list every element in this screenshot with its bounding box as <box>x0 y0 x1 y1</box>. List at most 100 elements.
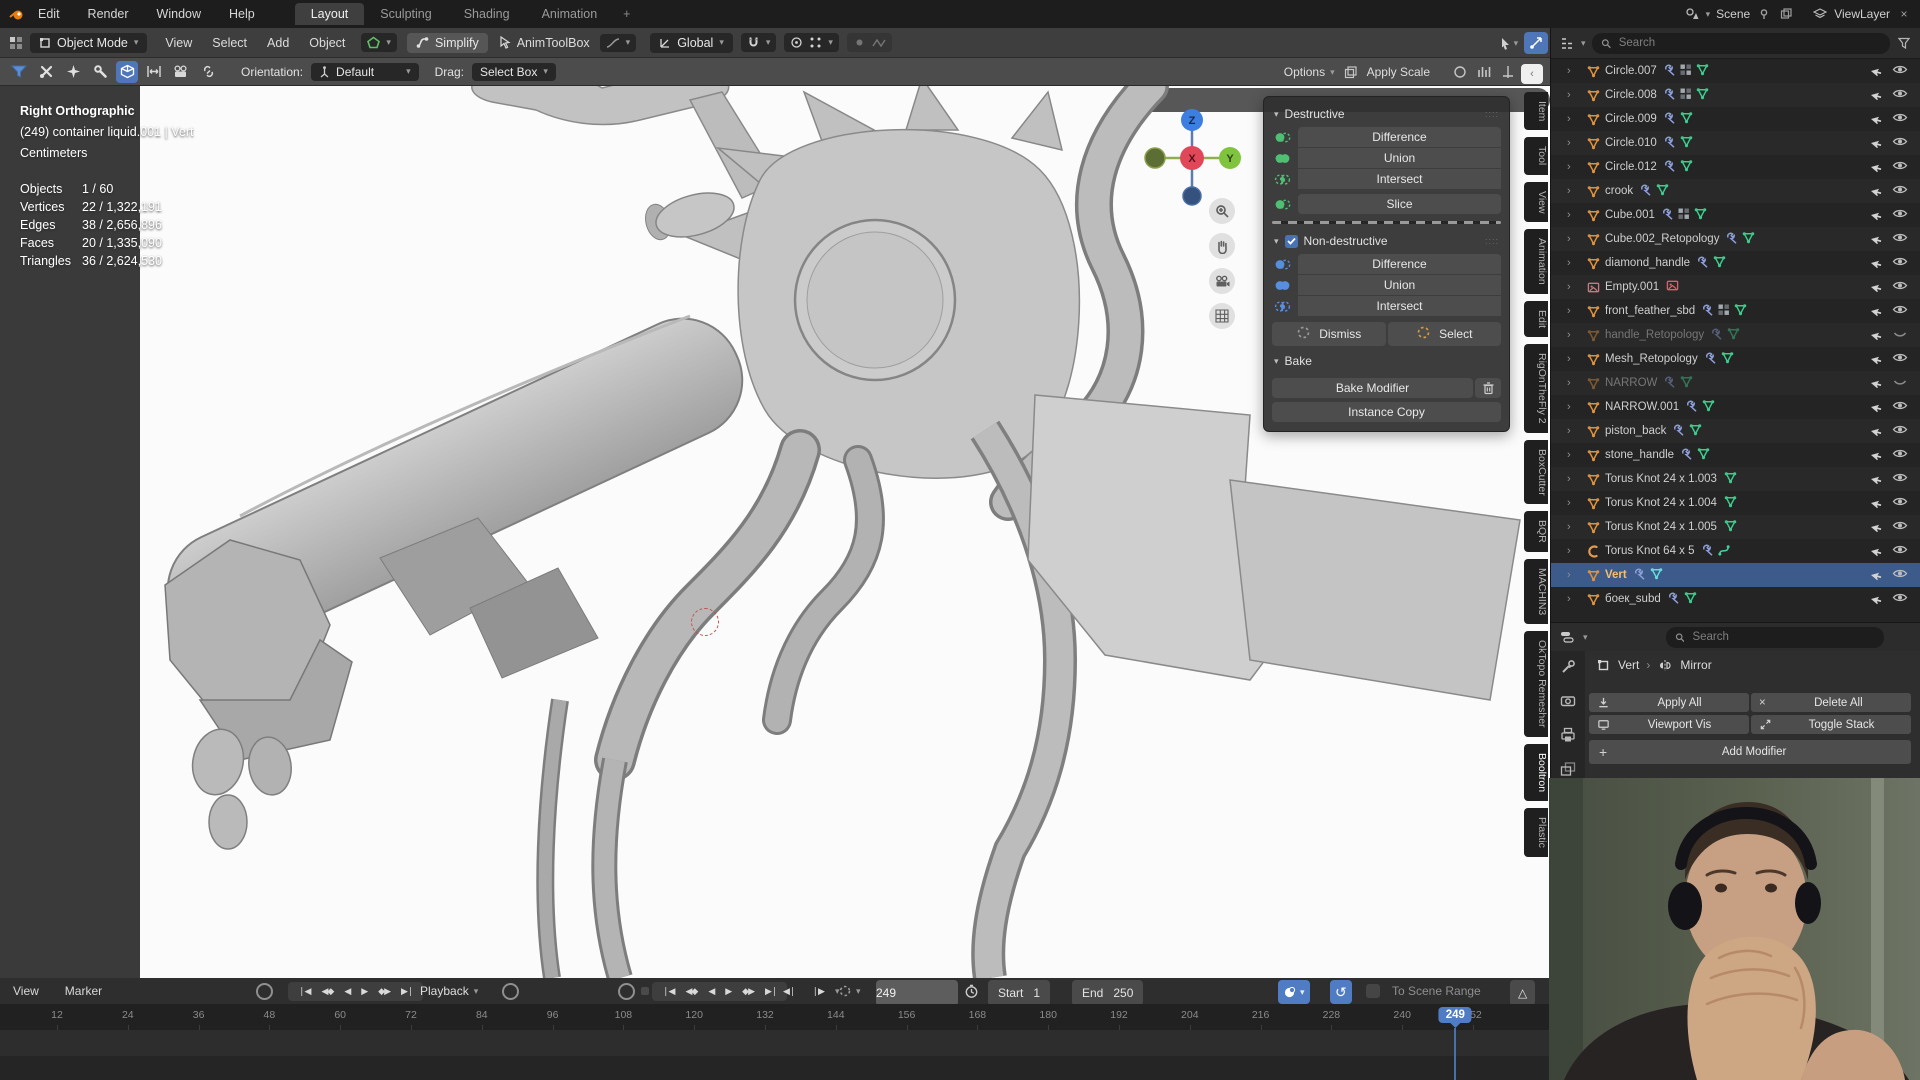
nondestructive-section-header[interactable]: ▾ Non-destructive :::: <box>1272 231 1501 254</box>
preview-range-toggle[interactable]: ▾ <box>1278 980 1310 1004</box>
bake-modifier-button[interactable]: Bake Modifier <box>1272 378 1473 398</box>
play-reverse-button[interactable]: ◀ <box>339 984 355 999</box>
editor-type-icon[interactable] <box>8 35 24 51</box>
viewport-menu-object[interactable]: Object <box>299 36 355 50</box>
selectable-icon[interactable] <box>1871 159 1884 175</box>
next-keyframe-button[interactable]: ◆▶ <box>373 984 395 999</box>
expand-caret[interactable]: › <box>1567 113 1583 125</box>
sidebar-tab-rigonthefly-2[interactable]: RigOnTheFly 2 <box>1524 344 1548 433</box>
outliner-mode-caret[interactable]: ▾ <box>1581 38 1586 49</box>
object-name[interactable]: Mesh_Retopology <box>1605 353 1698 365</box>
gizmo-minus-z[interactable] <box>1183 187 1201 205</box>
menu-render[interactable]: Render <box>74 7 143 21</box>
selectable-icon[interactable] <box>1871 399 1884 415</box>
expand-caret[interactable]: › <box>1567 161 1583 173</box>
object-name[interactable]: Empty.001 <box>1605 281 1659 293</box>
sidebar-tab-item[interactable]: Item <box>1524 92 1548 130</box>
frame-end-field[interactable]: End 250 <box>1072 980 1143 1006</box>
expand-caret[interactable]: › <box>1567 305 1583 317</box>
selectable-icon[interactable] <box>1871 567 1884 583</box>
eye-open-icon[interactable] <box>1892 207 1908 223</box>
object-name[interactable]: боек_subd <box>1605 593 1661 605</box>
workspace-tab-sculpting[interactable]: Sculpting <box>364 3 447 25</box>
expand-caret[interactable]: › <box>1567 185 1583 197</box>
add-modifier-button[interactable]: + Add Modifier <box>1589 740 1911 764</box>
bake-trash-button[interactable] <box>1475 378 1501 398</box>
object-name[interactable]: crook <box>1605 185 1633 197</box>
destructive-collapse-caret[interactable]: ▾ <box>1274 109 1279 120</box>
destructive-union-button[interactable]: Union <box>1298 148 1501 168</box>
expand-caret[interactable]: › <box>1567 593 1583 605</box>
sidebar-tab-animation[interactable]: Animation <box>1524 229 1548 294</box>
outliner-row[interactable]: › Circle.010 <box>1551 131 1920 155</box>
outliner-search[interactable] <box>1592 33 1890 54</box>
array-shape-icon[interactable] <box>1476 64 1492 80</box>
eye-open-icon[interactable] <box>1892 303 1908 319</box>
circle-shape-icon[interactable] <box>1452 64 1468 80</box>
eye-open-icon[interactable] <box>1892 567 1908 583</box>
remove-viewlayer-icon[interactable]: × <box>1896 6 1912 22</box>
jump-prev-frame-button[interactable]: ◀❘ <box>778 984 800 999</box>
selectable-icon[interactable] <box>1871 183 1884 199</box>
expand-caret[interactable]: › <box>1567 257 1583 269</box>
mirror-shape-icon[interactable] <box>1500 64 1516 80</box>
object-name[interactable]: NARROW.001 <box>1605 401 1679 413</box>
viewport-menu-view[interactable]: View <box>155 36 202 50</box>
sidebar-tab-edit[interactable]: Edit <box>1524 301 1548 337</box>
playhead-badge[interactable]: 249 <box>1439 1007 1472 1023</box>
viewport-menu-add[interactable]: Add <box>257 36 299 50</box>
pan-hand-icon[interactable] <box>1209 233 1235 259</box>
transform-orientation-dropdown[interactable]: Global ▾ <box>650 33 733 53</box>
selectable-icon[interactable] <box>1871 207 1884 223</box>
keying-set-dropdown[interactable]: ▾ <box>600 34 637 52</box>
menu-window[interactable]: Window <box>143 7 215 21</box>
viewport-vis-button[interactable]: Viewport Vis <box>1589 715 1749 734</box>
selectable-icon[interactable] <box>1871 519 1884 535</box>
eye-open-icon[interactable] <box>1892 543 1908 559</box>
keying-set-menu[interactable]: ▾ <box>838 980 861 1002</box>
sidebar-tab-oktopo-remesher[interactable]: OkTopo Remesher <box>1524 631 1548 737</box>
selectable-icon[interactable] <box>1871 279 1884 295</box>
options-dropdown[interactable]: Options ▾ <box>1284 65 1335 79</box>
sidebar-tab-tool[interactable]: Tool <box>1524 137 1548 174</box>
object-name[interactable]: Circle.007 <box>1605 65 1657 77</box>
object-name[interactable]: handle_Retopology <box>1605 329 1704 341</box>
select-button[interactable]: Select <box>1388 322 1502 346</box>
selectable-icon[interactable] <box>1871 87 1884 103</box>
selectable-icon[interactable] <box>1871 111 1884 127</box>
outliner-row[interactable]: › Vert <box>1551 563 1920 587</box>
reset-range-button[interactable]: ↺ <box>1330 980 1352 1004</box>
outliner-row[interactable]: › NARROW.001 <box>1551 395 1920 419</box>
selectable-icon[interactable] <box>1871 351 1884 367</box>
outliner-row[interactable]: › Circle.009 <box>1551 107 1920 131</box>
expand-caret[interactable]: › <box>1567 401 1583 413</box>
object-name[interactable]: Torus Knot 24 x 1.003 <box>1605 473 1717 485</box>
properties-editor-icon[interactable] <box>1559 629 1575 645</box>
tweak-tool-icon[interactable] <box>35 61 57 83</box>
mode-selector[interactable]: Object Mode ▾ <box>30 33 147 53</box>
scene-name[interactable]: Scene <box>1716 7 1750 21</box>
gizmos-toggle[interactable] <box>1524 32 1548 54</box>
grid-perspective-icon[interactable] <box>1209 303 1235 329</box>
outliner-row[interactable]: › Torus Knot 24 x 1.004 <box>1551 491 1920 515</box>
object-name[interactable]: Cube.002_Retopology <box>1605 233 1719 245</box>
sidebar-tab-view[interactable]: View <box>1524 182 1548 223</box>
expand-caret[interactable]: › <box>1567 425 1583 437</box>
simplify-button[interactable]: Simplify <box>407 33 488 53</box>
eye-open-icon[interactable] <box>1892 519 1908 535</box>
camera-view-icon[interactable] <box>1209 268 1235 294</box>
object-name[interactable]: NARROW <box>1605 377 1657 389</box>
proportional-edit-dropdown[interactable]: ▾ <box>784 33 839 52</box>
timeline-menu-view[interactable]: View <box>0 984 52 998</box>
outliner-row[interactable]: › NARROW <box>1551 371 1920 395</box>
to-scene-range-button[interactable]: To Scene Range <box>1392 980 1481 1002</box>
jump-to-end-button[interactable]: ▶❘ <box>396 984 418 999</box>
gizmo-minus-y[interactable] <box>1145 148 1165 168</box>
jump-to-start-button[interactable]: ❘◀ <box>293 984 315 999</box>
timeline-menu-marker[interactable]: Marker <box>52 984 115 998</box>
outliner-row[interactable]: › piston_back <box>1551 419 1920 443</box>
eye-open-icon[interactable] <box>1892 159 1908 175</box>
apply-scale-button[interactable]: Apply Scale <box>1367 65 1430 79</box>
expand-caret[interactable]: › <box>1567 65 1583 77</box>
selectable-icon[interactable] <box>1871 255 1884 271</box>
